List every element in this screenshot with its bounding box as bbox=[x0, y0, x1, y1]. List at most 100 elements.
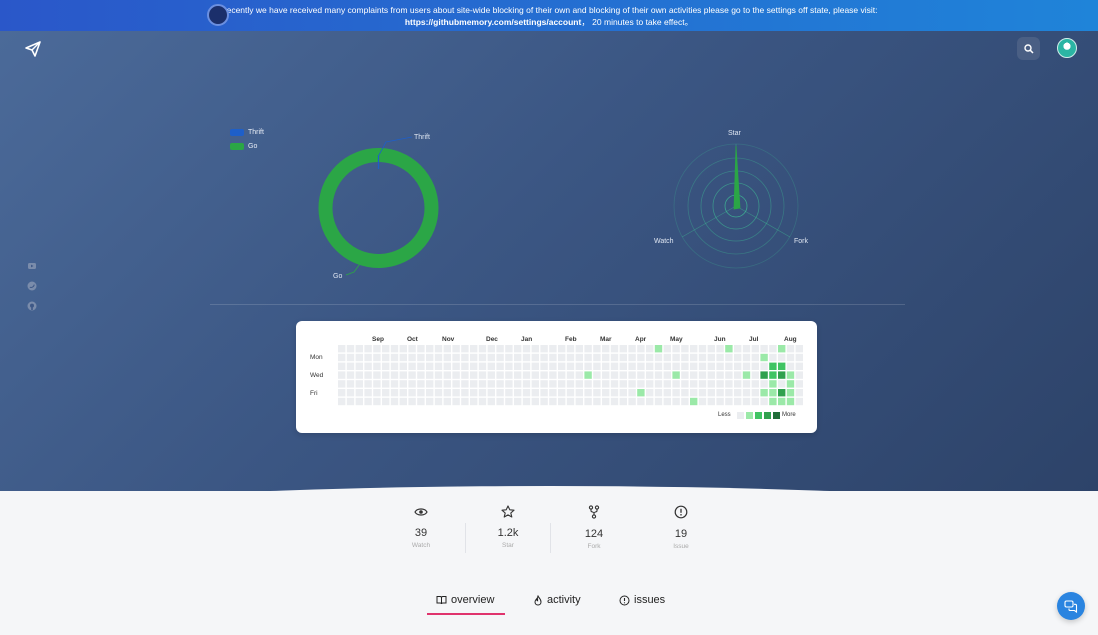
contribution-day-cell bbox=[452, 362, 460, 370]
contribution-day-cell bbox=[760, 353, 768, 362]
search-icon bbox=[1023, 43, 1034, 54]
contribution-day-cell bbox=[734, 371, 742, 379]
contribution-day-cell bbox=[716, 371, 724, 379]
contribution-day-cell bbox=[478, 353, 487, 362]
contribution-day-cell bbox=[549, 380, 557, 388]
contribution-day-cell bbox=[338, 353, 346, 362]
active-tab-indicator bbox=[427, 613, 505, 615]
contribution-day-cell bbox=[760, 380, 768, 388]
contribution-day-cell bbox=[681, 397, 689, 406]
contribution-day-cell bbox=[434, 362, 443, 370]
contribution-day-cell bbox=[566, 380, 575, 388]
contribution-day-cell bbox=[426, 380, 434, 388]
stat-fork[interactable]: 124 Fork bbox=[564, 505, 624, 550]
contribution-day-cell bbox=[769, 397, 777, 406]
contribution-day-cell bbox=[452, 380, 460, 388]
contribution-day-cell bbox=[417, 345, 425, 353]
contribution-day-cell bbox=[346, 371, 355, 379]
stat-value: 39 bbox=[414, 527, 428, 539]
contribution-day-cell bbox=[707, 353, 715, 362]
tab-label: overview bbox=[451, 594, 495, 606]
contribution-day-cell bbox=[505, 380, 513, 388]
contribution-day-cell bbox=[663, 345, 671, 353]
contribution-day-cell bbox=[514, 371, 522, 379]
contribution-day-cell bbox=[364, 362, 372, 370]
contribution-day-cell bbox=[364, 345, 372, 353]
banner-settings-link[interactable]: https://githubmemory.com/settings/accoun… bbox=[405, 17, 581, 27]
contribution-day-cell bbox=[531, 380, 539, 388]
contribution-day-cell bbox=[795, 380, 803, 388]
contribution-day-cell bbox=[637, 353, 645, 362]
contribution-day-cell bbox=[346, 362, 355, 370]
contribution-day-cell bbox=[346, 380, 355, 388]
contribution-day-cell bbox=[417, 397, 425, 406]
contribution-day-cell bbox=[540, 353, 548, 362]
contribution-day-cell bbox=[795, 397, 803, 406]
user-avatar[interactable] bbox=[1057, 38, 1077, 58]
contribution-day-cell bbox=[698, 389, 707, 397]
contribution-day-cell bbox=[496, 389, 504, 397]
contribution-day-cell bbox=[760, 397, 768, 406]
tab-issues[interactable]: issues bbox=[619, 594, 665, 606]
contribution-day-cell bbox=[382, 371, 390, 379]
contribution-day-cell bbox=[751, 397, 759, 406]
contribution-day-cell bbox=[382, 345, 390, 353]
contribution-day-cell bbox=[399, 397, 407, 406]
contribution-day-cell bbox=[575, 353, 583, 362]
stat-watch[interactable]: 39 Watch bbox=[391, 505, 451, 549]
legend-swatch bbox=[230, 129, 244, 136]
contribution-day-cell bbox=[443, 345, 451, 353]
contribution-day-cell bbox=[373, 371, 381, 379]
contribution-day-cell bbox=[619, 397, 627, 406]
chat-button[interactable] bbox=[1057, 592, 1085, 620]
contribution-day-cell bbox=[338, 397, 346, 406]
youtube-icon[interactable] bbox=[27, 261, 37, 271]
paper-plane-icon[interactable] bbox=[24, 40, 42, 58]
stat-star[interactable]: 1.2k Star bbox=[478, 505, 538, 549]
contribution-day-cell bbox=[681, 380, 689, 388]
contribution-day-cell bbox=[505, 397, 513, 406]
contribution-day-cell bbox=[672, 389, 680, 397]
stat-separator bbox=[465, 523, 466, 553]
contribution-day-cell bbox=[575, 345, 583, 353]
contribution-day-cell bbox=[610, 353, 619, 362]
contribution-day-cell bbox=[654, 345, 663, 353]
banner-line2-suffix: ， 20 minutes to take effect。 bbox=[581, 17, 694, 27]
contribution-day-cell bbox=[602, 389, 610, 397]
contribution-day-cell bbox=[496, 371, 504, 379]
contribution-day-cell bbox=[417, 362, 425, 370]
contribution-day-cell bbox=[646, 353, 654, 362]
contribution-day-cell bbox=[690, 345, 698, 353]
github-icon[interactable] bbox=[27, 301, 37, 311]
stat-issue[interactable]: 19 Issue bbox=[651, 505, 711, 550]
twitter-icon[interactable] bbox=[27, 281, 37, 291]
day-label: Fri bbox=[310, 390, 318, 397]
tab-overview[interactable]: overview bbox=[436, 594, 494, 606]
contribution-day-cell bbox=[566, 397, 575, 406]
contribution-day-cell bbox=[452, 397, 460, 406]
contribution-day-cell bbox=[751, 353, 759, 362]
legend-item-thrift[interactable]: Thrift bbox=[230, 129, 264, 136]
contribution-day-cell bbox=[742, 353, 751, 362]
contribution-day-cell bbox=[443, 371, 451, 379]
contribution-day-cell bbox=[619, 371, 627, 379]
contribution-day-cell bbox=[355, 389, 363, 397]
contribution-day-cell bbox=[663, 380, 671, 388]
contribution-day-cell bbox=[558, 397, 566, 406]
tab-activity[interactable]: activity bbox=[533, 594, 581, 606]
search-button[interactable] bbox=[1017, 37, 1040, 60]
legend-item-go[interactable]: Go bbox=[230, 143, 257, 150]
radar-label-fork: Fork bbox=[794, 238, 808, 245]
contribution-day-cell bbox=[540, 389, 548, 397]
contribution-day-cell bbox=[663, 353, 671, 362]
contribution-day-cell bbox=[672, 371, 680, 379]
contribution-day-cell bbox=[408, 371, 416, 379]
contribution-day-cell bbox=[584, 389, 592, 397]
contribution-day-cell bbox=[610, 345, 619, 353]
contribution-day-cell bbox=[443, 380, 451, 388]
month-label: Sep bbox=[372, 336, 384, 343]
contribution-day-cell bbox=[540, 371, 548, 379]
radar-data-area bbox=[733, 145, 741, 210]
contribution-day-cell bbox=[408, 389, 416, 397]
contribution-day-cell bbox=[531, 353, 539, 362]
